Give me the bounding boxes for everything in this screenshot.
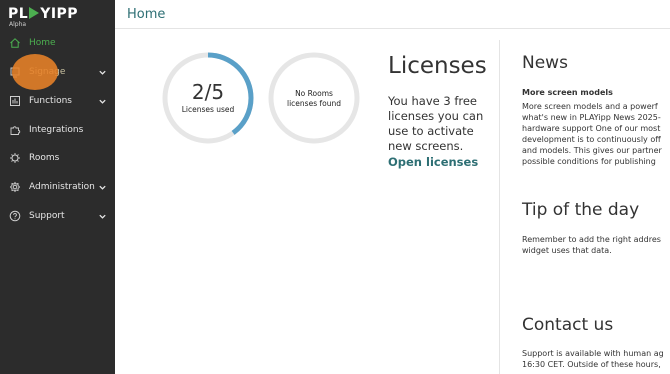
open-licenses-link[interactable]: Open licenses (388, 155, 478, 169)
logo-wordmark: PL YIPP (8, 6, 79, 22)
rooms-line-1: No Rooms (295, 89, 333, 98)
news-text: More screen models and a powerf what's n… (522, 102, 662, 166)
help-icon (8, 209, 22, 223)
playipp-logo[interactable]: PL YIPP Alpha (8, 6, 78, 28)
chevron-down-icon (97, 96, 107, 106)
page-title: Home (127, 7, 166, 22)
licenses-title: Licenses (388, 53, 487, 79)
logo-subtitle: Alpha (9, 21, 27, 28)
news-headline[interactable]: More screen models (522, 88, 613, 97)
functions-icon (8, 94, 22, 108)
sidebar: PLYIPP Alpha Home Signage Functions (0, 0, 115, 374)
sidebar-item-label: Rooms (29, 153, 60, 163)
chevron-down-icon (97, 211, 107, 221)
sidebar-item-administration[interactable]: Administration (0, 175, 115, 199)
rooms-line-2: licenses found (287, 99, 341, 108)
puzzle-icon (8, 123, 22, 137)
tip-title: Tip of the day (522, 200, 640, 220)
licenses-description: You have 3 free licenses you can use to … (388, 94, 484, 153)
gear-icon (8, 180, 22, 194)
sidebar-item-home[interactable]: Home (0, 31, 115, 55)
sidebar-item-functions[interactable]: Functions (0, 89, 115, 113)
rooms-icon (8, 151, 22, 165)
licenses-used-value: 2/5 (191, 80, 225, 104)
sidebar-item-label: Functions (29, 96, 72, 106)
top-header: Home (115, 0, 670, 29)
licenses-used-gauge[interactable]: 2/5 Licenses used (161, 51, 255, 145)
sidebar-item-support[interactable]: Support (0, 204, 115, 228)
sidebar-item-label: Integrations (29, 125, 84, 135)
home-icon (8, 36, 22, 50)
licenses-used-caption: Licenses used (181, 105, 235, 114)
sidebar-item-label: Administration (29, 182, 95, 192)
contact-text: Support is available with human ag 16:30… (522, 349, 664, 369)
app: PLYIPP Alpha Home Signage Functions (0, 0, 670, 374)
rooms-licenses-gauge[interactable]: No Rooms licenses found (267, 51, 361, 145)
contact-title: Contact us (522, 315, 614, 335)
sidebar-item-rooms[interactable]: Rooms (0, 146, 115, 170)
chevron-down-icon (97, 67, 107, 77)
sidebar-item-label: Support (29, 211, 65, 221)
tip-text: Remember to add the right addres widget … (522, 235, 661, 255)
play-triangle-icon (29, 7, 40, 19)
news-title: News (522, 53, 568, 73)
panel-divider (499, 40, 500, 374)
sidebar-item-label: Home (29, 38, 56, 48)
click-highlight-marker (12, 54, 58, 90)
sidebar-item-integrations[interactable]: Integrations (0, 118, 115, 142)
chevron-down-icon (97, 182, 107, 192)
